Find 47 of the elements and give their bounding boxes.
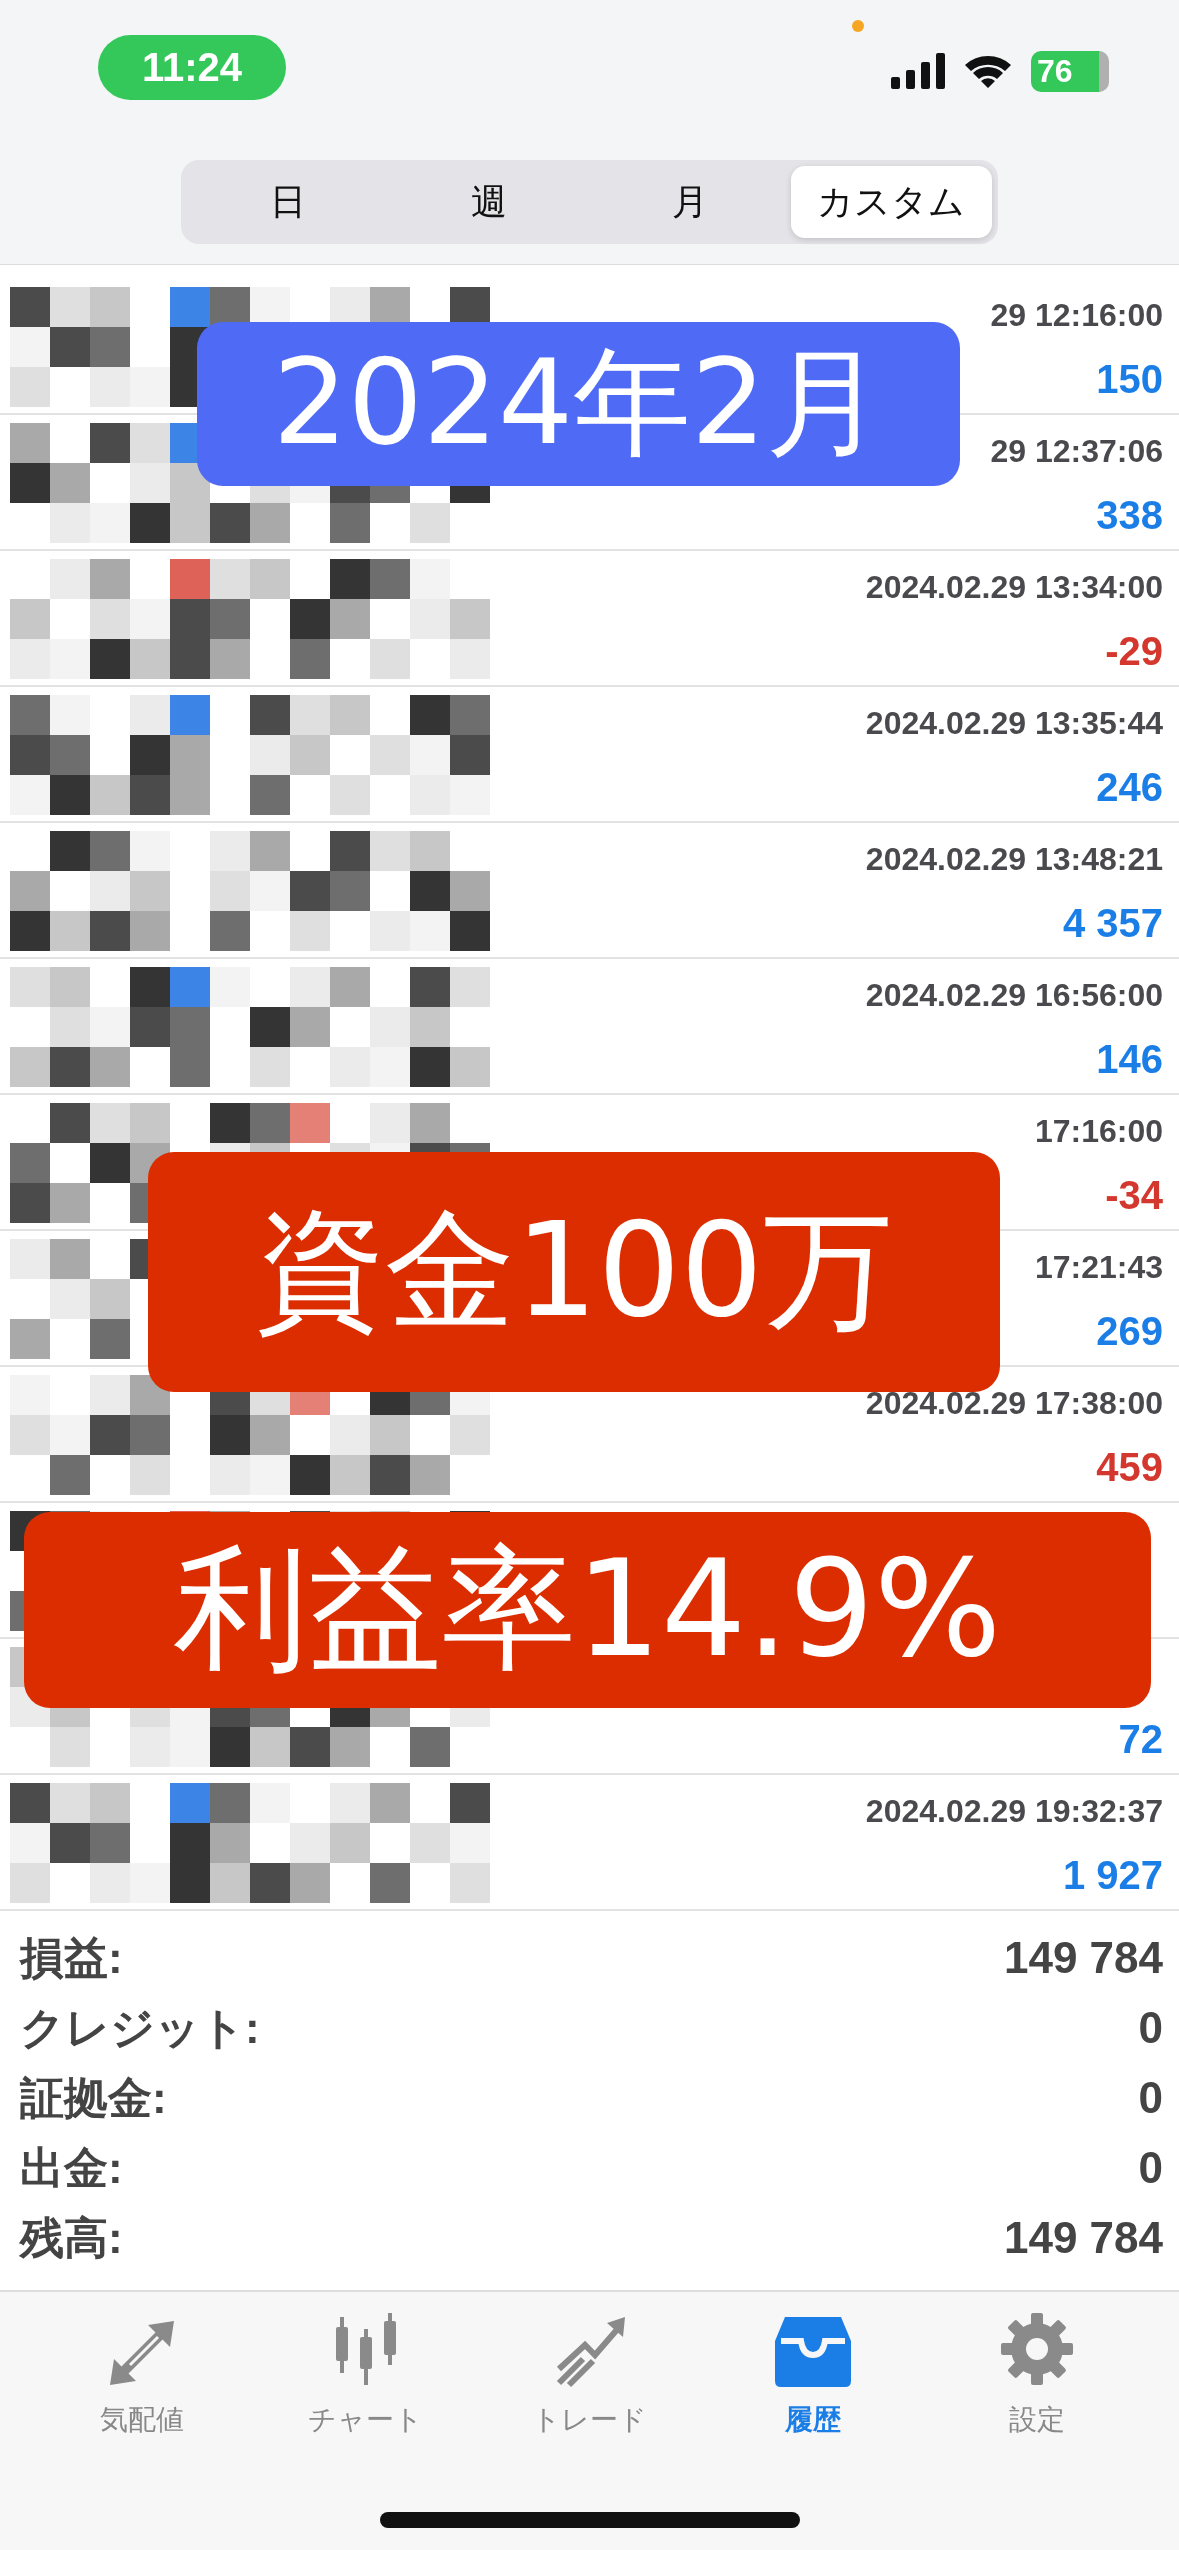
privacy-dot-icon <box>852 20 864 32</box>
caption-banner: 2024年2月 <box>197 322 960 486</box>
summary-value: 0 <box>1138 2003 1163 2053</box>
nav-tab[interactable]: チャート <box>253 2306 478 2456</box>
deal-profit: 269 <box>1096 1309 1163 1355</box>
deal-profit: 246 <box>1096 765 1163 811</box>
deal-profit: 338 <box>1096 493 1163 539</box>
deal-profit: 150 <box>1096 357 1163 403</box>
period-tab[interactable]: 月 <box>589 166 791 238</box>
summary-label: 出金: <box>20 2141 123 2194</box>
summary-value: 0 <box>1138 2073 1163 2123</box>
clock-time: 11:24 <box>98 34 287 100</box>
deal-time: 2024.02.29 19:32:37 <box>865 1793 1163 1831</box>
summary-label: 証拠金: <box>20 2071 167 2124</box>
deal-time: 17:16:00 <box>1034 1113 1163 1151</box>
nav-tab[interactable]: 設定 <box>925 2306 1149 2456</box>
deal-time: 29 12:37:06 <box>990 433 1163 471</box>
deal-profit: -34 <box>1105 1173 1163 1219</box>
period-tab[interactable]: カスタム <box>790 166 992 238</box>
deal-time: 17:21:43 <box>1034 1249 1163 1287</box>
summary-value: 0 <box>1138 2143 1163 2193</box>
deal-time: 2024.02.29 13:48:21 <box>865 841 1163 879</box>
deal-profit: -29 <box>1105 629 1163 675</box>
deal-time: 2024.02.29 16:56:00 <box>865 977 1163 1015</box>
nav-tab[interactable]: トレード <box>477 2306 702 2456</box>
wifi-icon <box>963 53 1013 89</box>
summary-value: 149 784 <box>1003 1933 1163 1983</box>
deal-profit: 4 357 <box>1062 901 1163 947</box>
period-tab[interactable]: 週 <box>388 166 590 238</box>
deal-profit: 1 927 <box>1062 1853 1163 1899</box>
deal-time: 2024.02.29 13:35:44 <box>865 705 1163 743</box>
summary-value: 149 784 <box>1003 2213 1163 2263</box>
caption-banner: 利益率14.9% <box>24 1512 1151 1708</box>
period-tab[interactable]: 日 <box>187 166 389 238</box>
battery-indicator: 76 <box>1031 50 1109 92</box>
nav-tab[interactable]: 気配値 <box>30 2306 254 2456</box>
caption-banner: 資金100万 <box>148 1152 1000 1392</box>
summary-label: クレジット: <box>20 2001 260 2054</box>
deal-time: 29 12:16:00 <box>990 297 1163 335</box>
summary-label: 残高: <box>20 2211 123 2264</box>
deal-profit: 72 <box>1118 1717 1163 1763</box>
deal-profit: 459 <box>1096 1445 1163 1491</box>
deal-profit: 146 <box>1096 1037 1163 1083</box>
deal-time: 2024.02.29 13:34:00 <box>865 569 1163 607</box>
summary-label: 損益: <box>20 1931 123 1984</box>
nav-tab[interactable]: 履歴 <box>701 2306 926 2456</box>
signal-icon <box>891 53 945 89</box>
